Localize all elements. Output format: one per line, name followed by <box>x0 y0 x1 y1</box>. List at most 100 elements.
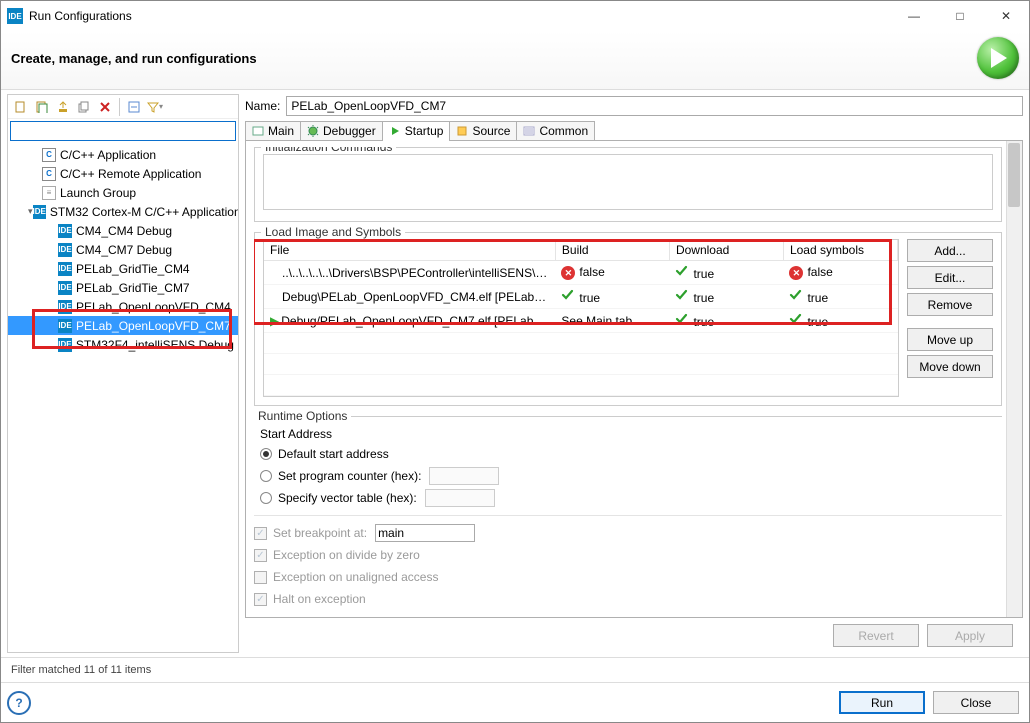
tab-main[interactable]: Main <box>245 121 301 141</box>
edit-button[interactable]: Edit... <box>907 266 993 289</box>
ex-divide-checkbox: ✓ <box>254 549 267 562</box>
revert-button[interactable]: Revert <box>833 624 919 647</box>
tree-item[interactable]: IDEPELab_GridTie_CM7 <box>8 278 238 297</box>
export-button[interactable] <box>54 98 72 116</box>
close-window-button[interactable]: ✕ <box>983 1 1029 31</box>
move-up-button[interactable]: Move up <box>907 328 993 351</box>
set-pc-label: Set program counter (hex): <box>278 469 421 483</box>
radio-vector-table[interactable] <box>260 492 272 504</box>
tree-item[interactable]: C C/C++ Application <box>8 145 238 164</box>
ide-icon: IDE <box>58 224 72 238</box>
check-icon <box>789 312 803 326</box>
vt-hex-input[interactable] <box>425 489 495 507</box>
cross-icon: ✕ <box>561 266 575 280</box>
c-app-icon: C <box>42 148 56 162</box>
app-icon: IDE <box>7 8 23 24</box>
tab-startup[interactable]: Startup <box>382 121 451 141</box>
help-button[interactable]: ? <box>7 691 31 715</box>
ide-icon: IDE <box>58 338 72 352</box>
ide-icon: IDE <box>58 243 72 257</box>
filter-input[interactable] <box>10 121 236 141</box>
tabs: Main Debugger Startup Source Common <box>245 120 1023 140</box>
breakpoint-checkbox: ✓ <box>254 527 267 540</box>
tree-item[interactable]: ▾IDESTM32 Cortex-M C/C++ Application <box>8 202 238 221</box>
name-label: Name: <box>245 99 280 113</box>
minimize-button[interactable]: ― <box>891 1 937 31</box>
ide-icon: IDE <box>58 300 72 314</box>
tab-label: Common <box>539 124 588 138</box>
load-table[interactable]: File Build Download Load symbols ..\..\.… <box>263 239 899 397</box>
remove-button[interactable]: Remove <box>907 293 993 316</box>
table-row[interactable]: ▶Debug/PELab_OpenLoopVFD_CM7.elf [PELab_… <box>264 309 898 333</box>
apply-button[interactable]: Apply <box>927 624 1013 647</box>
tree-item[interactable]: IDE STM32F4_intelliSENS Debug <box>8 335 238 354</box>
init-commands-title: Initialization Commands <box>261 147 396 154</box>
tree-item-label: PELab_GridTie_CM7 <box>76 281 190 295</box>
tree-item[interactable]: IDE CM4_CM4 Debug <box>8 221 238 240</box>
tab-label: Main <box>268 124 294 138</box>
tree-item[interactable]: CC/C++ Remote Application <box>8 164 238 183</box>
add-button[interactable]: Add... <box>907 239 993 262</box>
tab-label: Source <box>472 124 510 138</box>
run-button[interactable]: Run <box>839 691 925 714</box>
header-title: Create, manage, and run configurations <box>11 51 977 66</box>
tree-item[interactable]: IDE PELab_OpenLoopVFD_CM7 <box>8 316 238 335</box>
tree-item-label: Launch Group <box>60 186 136 200</box>
delete-button[interactable] <box>96 98 114 116</box>
table-row[interactable]: ..\..\..\..\..\Drivers\BSP\PEController\… <box>264 261 898 285</box>
name-input[interactable] <box>286 96 1023 116</box>
table-row[interactable]: Debug\PELab_OpenLoopVFD_CM4.elf [PELab_O… <box>264 285 898 309</box>
status-bar: Filter matched 11 of 11 items <box>1 657 1029 682</box>
config-tree[interactable]: C C/C++ Application CC/C++ Remote Applicat… <box>8 143 238 652</box>
tree-item-label: C/C++ Application <box>60 148 156 162</box>
ide-icon: IDE <box>58 262 72 276</box>
right-pane: Name: Main Debugger Startup Source Common In… <box>245 94 1023 653</box>
ide-icon: IDE <box>33 205 46 219</box>
col-symbols[interactable]: Load symbols <box>783 240 897 261</box>
tree-item[interactable]: IDECM4_CM7 Debug <box>8 240 238 259</box>
duplicate-button[interactable] <box>75 98 93 116</box>
tree-item[interactable]: ≡Launch Group <box>8 183 238 202</box>
check-icon <box>789 288 803 302</box>
ex-unaligned-label: Exception on unaligned access <box>273 570 438 584</box>
tab-source[interactable]: Source <box>449 121 517 141</box>
col-download[interactable]: Download <box>669 240 783 261</box>
init-commands-textarea[interactable] <box>263 154 993 210</box>
pc-hex-input[interactable] <box>429 467 499 485</box>
tree-item[interactable]: IDEPELab_OpenLoopVFD_CM4 <box>8 297 238 316</box>
tree-item-label: CM4_CM4 Debug <box>76 224 172 238</box>
maximize-button[interactable]: □ <box>937 1 983 31</box>
col-file[interactable]: File <box>264 240 555 261</box>
tab-label: Debugger <box>323 124 376 138</box>
cross-icon: ✕ <box>789 266 803 280</box>
tab-common[interactable]: Common <box>516 121 595 141</box>
new-proto-button[interactable] <box>33 98 51 116</box>
tree-item-label: PELab_OpenLoopVFD_CM7 <box>76 319 231 333</box>
breakpoint-input[interactable] <box>375 524 475 542</box>
tree-toolbar: ▾ <box>8 95 238 119</box>
tab-debugger[interactable]: Debugger <box>300 121 383 141</box>
start-address-label: Start Address <box>254 423 1002 443</box>
vector-table-label: Specify vector table (hex): <box>278 491 417 505</box>
check-icon <box>675 288 689 302</box>
ex-divide-label: Exception on divide by zero <box>273 548 420 562</box>
tree-item-label: STM32F4_intelliSENS Debug <box>76 338 234 352</box>
move-down-button[interactable]: Move down <box>907 355 993 378</box>
radio-default-start[interactable] <box>260 448 272 460</box>
halt-label: Halt on exception <box>273 592 366 606</box>
radio-set-pc[interactable] <box>260 470 272 482</box>
col-build[interactable]: Build <box>555 240 669 261</box>
tab-content: Initialization Commands Load Image and S… <box>245 140 1023 618</box>
filter-button[interactable]: ▾ <box>146 98 164 116</box>
default-start-label: Default start address <box>278 447 389 461</box>
halt-checkbox: ✓ <box>254 593 267 606</box>
collapse-all-button[interactable] <box>125 98 143 116</box>
tab-label: Startup <box>405 124 444 138</box>
window-title: Run Configurations <box>29 9 891 23</box>
content-scrollbar[interactable] <box>1006 141 1022 617</box>
tree-item[interactable]: IDEPELab_GridTie_CM4 <box>8 259 238 278</box>
close-button[interactable]: Close <box>933 691 1019 714</box>
new-config-button[interactable] <box>12 98 30 116</box>
init-commands-group: Initialization Commands <box>254 147 1002 222</box>
ide-icon: IDE <box>58 319 72 333</box>
